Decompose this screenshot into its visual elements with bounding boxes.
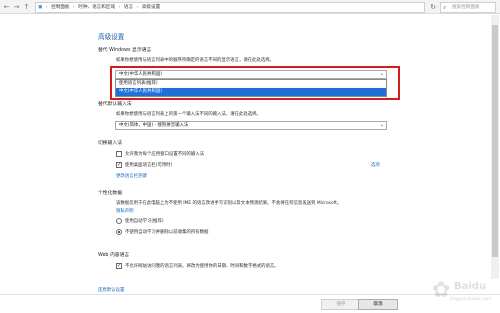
per-app-input-checkbox[interactable] [116,151,122,157]
chevron-down-icon: ⌄ [379,122,384,128]
display-language-value: 中文(中华人民共和国) [119,72,162,77]
langbar-hotkeys-link[interactable]: 更改语言栏热键 [116,173,147,179]
auto-learning-label: 使用自动学习(推荐) [125,219,164,224]
watermark-brand: Baidu [454,281,487,292]
no-auto-learning-radio[interactable] [116,229,122,235]
langbar-checkbox[interactable]: ✓ [116,162,122,168]
cancel-button[interactable]: 取消 [358,299,398,310]
per-app-input-label: 允许我为每个应用窗口设置不同的输入法 [125,152,205,157]
display-language-heading: 替代 Windows 显示语言 [98,48,152,53]
settings-page: 高级设置 替代 Windows 显示语言 如果你想使用与语言列表中的顺序所确定的… [0,15,500,313]
default-input-dropdown[interactable]: 中文(简体，中国) - 搜狗拼音输入法 ⌄ [115,121,387,130]
breadcrumb-item[interactable]: 高级设置 [142,3,160,12]
restore-defaults-link[interactable]: 还原默认设置 [98,287,124,293]
auto-learning-radio[interactable] [116,218,122,224]
baidu-watermark: ✿ Baidu jingyan.baidu.com [432,275,494,309]
vertical-scrollbar[interactable] [491,15,499,279]
breadcrumb-item[interactable]: 控制面板 [51,3,69,12]
up-arrow-icon[interactable]: ↑ [22,2,31,12]
paw-logo-icon: ✿ [432,278,451,303]
no-auto-learning-label: 不使用自动学习并删除以前收集的所有数据 [125,230,209,235]
switch-input-heading: 切换输入法 [98,141,122,146]
chevron-down-icon: ⌄ [379,71,384,77]
breadcrumb[interactable]: ▣ › 控制面板 › 时钟、语言和区域 › 语言 › 高级设置 [35,2,425,13]
display-language-options: 使用语言列表(推荐) 中文(中华人民共和国) [115,79,387,97]
page-title: 高级设置 [98,33,125,41]
search-input[interactable]: ⌕ 搜索控制面板 [440,2,496,13]
personalization-heading: 个性化数据 [98,191,122,196]
langbar-label: 使用桌面语言栏(可用时) [125,163,173,168]
forward-arrow-icon[interactable]: → [12,2,21,12]
web-language-heading: Web 内容语言 [98,253,130,258]
display-language-description: 如果你想使用与语言列表中的顺序所确定的语言不同的显示语言，请在此处选择。 [116,58,275,63]
langbar-options-link[interactable]: 选项 [371,162,380,168]
default-input-description: 如果你想使用与语言列表上的第一个输入法不同的输入法，请在此处选择。 [116,112,261,117]
watermark-url: jingyan.baidu.com [450,297,492,302]
footer-bar: 保存 取消 [0,294,500,313]
refresh-icon[interactable]: ↻ [428,2,438,13]
privacy-statement-link[interactable]: 隐私声明 [116,208,134,214]
scrollbar-thumb[interactable] [492,25,498,257]
personalization-description: 该数据仅用于在此电脑上为不使用 IME 的语言改进手写识别以及文本预测结果。不会… [116,201,342,206]
breadcrumb-item[interactable]: 语言 [124,3,133,12]
back-arrow-icon[interactable]: ← [2,2,11,12]
search-icon: ⌕ [443,4,447,11]
address-bar: ← → ↑ ▣ › 控制面板 › 时钟、语言和区域 › 语言 › 高级设置 ↻ … [0,0,500,14]
default-input-heading: 替代默认输入法 [98,102,132,107]
save-button[interactable]: 保存 [321,299,361,310]
display-language-dropdown[interactable]: 中文(中华人民共和国) ⌄ [115,70,387,79]
option-use-language-list[interactable]: 使用语言列表(推荐) [116,80,386,88]
breadcrumb-item[interactable]: 时钟、语言和区域 [78,3,115,12]
option-chinese-prc[interactable]: 中文(中华人民共和国) [116,88,386,96]
web-language-checkbox[interactable]: ✓ [116,263,122,269]
search-placeholder: 搜索控制面板 [452,5,480,10]
control-panel-icon: ▣ [38,5,43,10]
default-input-value: 中文(简体，中国) - 搜狗拼音输入法 [119,123,189,128]
web-language-label: 不允许网站访问我的语言列表。将改为使用你的日期、时间和数字格式的语言。 [125,264,279,269]
